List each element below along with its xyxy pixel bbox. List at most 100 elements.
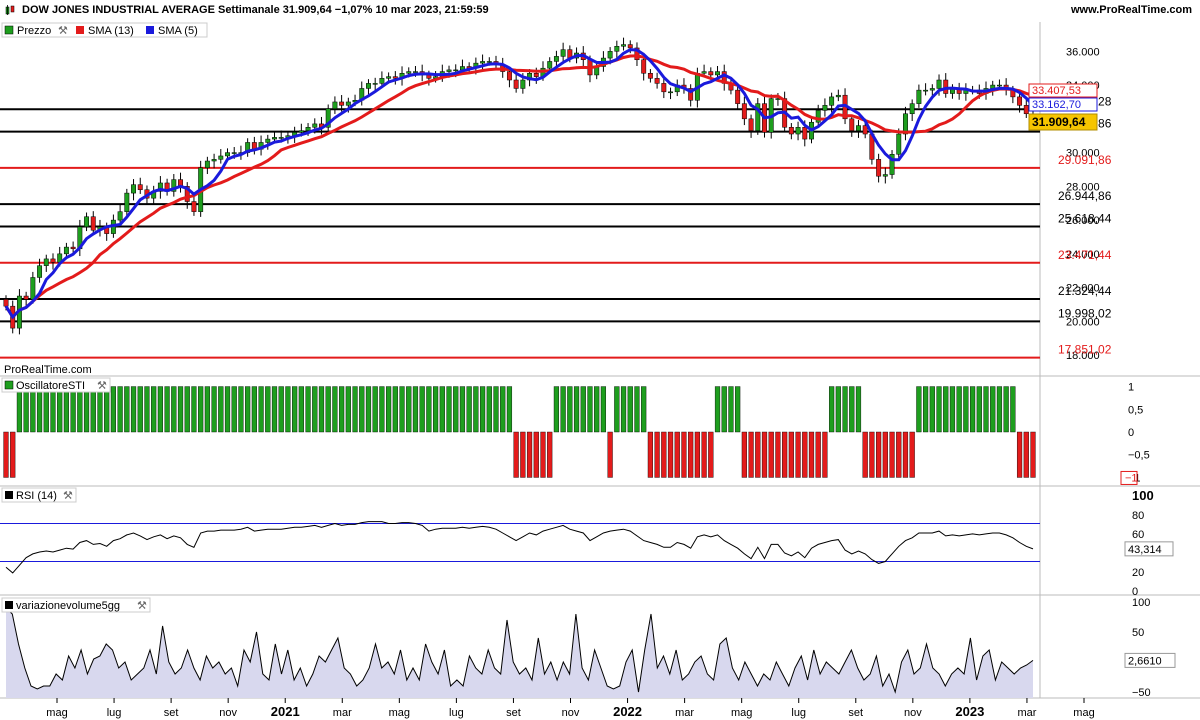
sti-bar bbox=[567, 386, 573, 433]
volume-legend-swatch bbox=[5, 601, 13, 609]
sti-bar bbox=[748, 431, 754, 478]
x-tick-label: mag bbox=[1073, 707, 1094, 719]
sti-bar bbox=[634, 386, 640, 433]
sti-bar bbox=[835, 386, 841, 433]
sti-bar bbox=[822, 431, 828, 478]
candle-body bbox=[741, 103, 747, 120]
sti-bar bbox=[923, 386, 929, 433]
candle-body bbox=[265, 138, 271, 143]
sti-bar bbox=[325, 386, 331, 433]
sti-bar bbox=[466, 386, 472, 433]
candle-body bbox=[124, 192, 130, 212]
candle-body bbox=[701, 71, 707, 74]
candle-body bbox=[117, 211, 123, 221]
sti-bar bbox=[258, 386, 264, 433]
sti-bar bbox=[191, 386, 197, 433]
site-link[interactable]: www.ProRealTime.com bbox=[1071, 4, 1192, 16]
candle-body bbox=[231, 152, 237, 154]
sti-bar bbox=[479, 386, 486, 433]
sti-bar bbox=[721, 386, 727, 433]
sti-bar bbox=[815, 431, 821, 478]
sti-bar bbox=[278, 386, 284, 433]
price-tick-label: 36.000 bbox=[1066, 46, 1100, 58]
support-label: 26.944,86 bbox=[1058, 189, 1112, 203]
sti-bar bbox=[520, 431, 526, 478]
candle-body bbox=[923, 89, 929, 92]
sti-bar bbox=[620, 386, 627, 433]
candle-body bbox=[520, 79, 526, 89]
candle-body bbox=[560, 49, 566, 57]
candle-body bbox=[795, 127, 801, 135]
rsi-tick-label: 60 bbox=[1132, 529, 1144, 541]
sti-bar bbox=[661, 431, 667, 478]
chart-header: DOW JONES INDUSTRIAL AVERAGE Settimanale… bbox=[0, 0, 1200, 23]
sma13-legend-swatch bbox=[76, 26, 84, 34]
candle-body bbox=[996, 84, 1002, 87]
sti-bar bbox=[802, 431, 808, 478]
sti-bar bbox=[83, 386, 90, 433]
candle-body bbox=[936, 79, 942, 89]
sti-bar bbox=[271, 386, 278, 433]
sti-bar bbox=[641, 386, 647, 433]
candle-body bbox=[413, 71, 418, 73]
sti-bar bbox=[379, 386, 385, 433]
candle-body bbox=[1017, 96, 1023, 106]
sti-bar bbox=[580, 386, 586, 433]
sti-bar bbox=[849, 386, 855, 433]
support-label: 25.618,44 bbox=[1058, 212, 1112, 226]
candle-body bbox=[366, 83, 371, 89]
sti-bar bbox=[298, 386, 304, 433]
candle-body bbox=[547, 61, 553, 69]
x-tick-label: mag bbox=[731, 707, 752, 719]
sti-bar bbox=[412, 386, 419, 433]
sti-bar bbox=[714, 386, 721, 433]
sti-bar bbox=[775, 431, 781, 478]
sti-bar bbox=[600, 386, 607, 433]
rsi-tick-label: 100 bbox=[1132, 488, 1154, 503]
candle-body bbox=[453, 69, 459, 72]
volume-tick-label: −50 bbox=[1132, 687, 1151, 699]
sti-bar bbox=[63, 386, 70, 433]
sti-bar bbox=[560, 386, 566, 433]
sti-bar bbox=[164, 386, 170, 433]
sti-bar bbox=[352, 386, 358, 433]
candle-body bbox=[506, 71, 512, 81]
sti-bar bbox=[627, 386, 633, 433]
sti-last-value: −1 bbox=[1125, 472, 1138, 484]
sti-tick-label: 0,5 bbox=[1128, 404, 1143, 416]
sti-bar bbox=[318, 386, 325, 433]
sti-bar bbox=[547, 431, 553, 478]
volume-last-value: 2,6610 bbox=[1128, 655, 1162, 667]
sti-bar bbox=[90, 386, 96, 433]
x-tick-label: set bbox=[848, 707, 863, 719]
sti-bar bbox=[446, 386, 452, 433]
candle-body bbox=[661, 83, 667, 93]
sti-tick-label: 1 bbox=[1128, 382, 1134, 394]
candle-body bbox=[90, 216, 96, 231]
sti-bar bbox=[36, 386, 43, 433]
sti-bar bbox=[57, 386, 63, 433]
candle-body bbox=[822, 105, 828, 111]
sti-bar bbox=[688, 431, 694, 478]
sti-bar bbox=[795, 431, 801, 478]
candle-body bbox=[856, 125, 861, 131]
sti-bar bbox=[231, 386, 237, 433]
candle-body bbox=[802, 127, 808, 140]
sma5-legend-label: SMA (5) bbox=[158, 25, 198, 37]
watermark: ProRealTime.com bbox=[4, 364, 92, 376]
chart-title: DOW JONES INDUSTRIAL AVERAGE Settimanale… bbox=[22, 4, 489, 16]
sti-bar bbox=[607, 431, 613, 478]
sti-legend-label: OscillatoreSTI bbox=[16, 380, 85, 392]
x-tick-label: mar bbox=[1017, 707, 1036, 719]
candle-body bbox=[835, 94, 841, 98]
candle-body bbox=[204, 160, 210, 169]
volume-legend-label: variazionevolume5gg bbox=[16, 600, 120, 612]
candle-body bbox=[882, 174, 888, 177]
sti-bar bbox=[694, 431, 700, 478]
candle-body bbox=[647, 73, 653, 79]
candle-body bbox=[876, 159, 882, 177]
rsi-panel: 100806020043,314 bbox=[0, 488, 1200, 598]
chart-canvas[interactable]: 36.00034.00030.00028.00026.00024.00022.0… bbox=[0, 22, 1200, 720]
x-tick-label: 2023 bbox=[955, 704, 984, 719]
candle-body bbox=[305, 127, 311, 131]
